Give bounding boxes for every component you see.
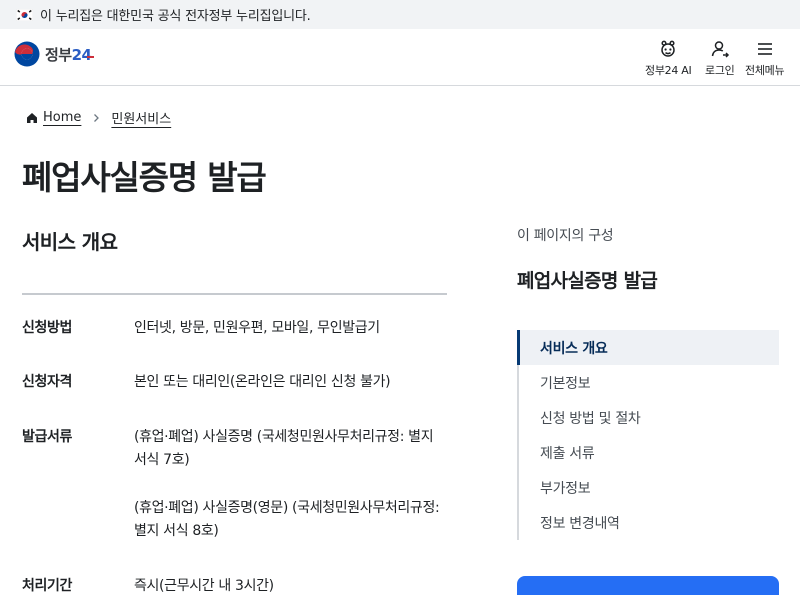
toc-list: 서비스 개요 기본정보 신청 방법 및 절차 제출 서류 부가정보 정보 변경내… (517, 330, 779, 540)
login-label: 로그인 (705, 64, 735, 77)
info-row-issued-documents: 발급서류 (휴업·폐업) 사실증명 (국세청민원사무처리규정: 별지 서식 7호… (22, 426, 447, 543)
toc-item-change-history[interactable]: 정보 변경내역 (519, 505, 779, 540)
login-button[interactable]: 로그인 (705, 39, 735, 78)
info-row-eligibility: 신청자격 본인 또는 대리인(온라인은 대리인 신청 불가) (22, 371, 447, 394)
info-label: 발급서류 (22, 429, 72, 445)
page-toc: 이 페이지의 구성 폐업사실증명 발급 서비스 개요 기본정보 신청 방법 및 … (517, 225, 779, 540)
breadcrumb: Home 민원서비스 (26, 108, 171, 127)
home-icon (27, 112, 37, 123)
korea-flag-icon (16, 8, 33, 21)
toc-title: 폐업사실증명 발급 (517, 270, 658, 292)
site-header: 정부24 정부24 AI 로그인 전체메뉴 (0, 29, 800, 86)
full-menu-label: 전체메뉴 (745, 64, 785, 77)
toc-item-additional-info[interactable]: 부가정보 (519, 470, 779, 505)
info-row-processing-time: 처리기간 즉시(근무시간 내 3시간) (22, 575, 447, 595)
info-value-text: 즉시(근무시간 내 3시간) (134, 578, 274, 594)
breadcrumb-home-link[interactable]: Home (43, 110, 81, 125)
logo-number: 24 (71, 45, 92, 64)
gov-banner-text: 이 누리집은 대한민국 공식 전자정부 누리집입니다. (40, 9, 311, 24)
gov-banner: 이 누리집은 대한민국 공식 전자정부 누리집입니다. (0, 0, 800, 29)
info-value: 즉시(근무시간 내 3시간) (134, 575, 447, 595)
toc-caption: 이 페이지의 구성 (517, 228, 614, 244)
site-logo[interactable]: 정부24 (14, 41, 95, 67)
info-value-text: (휴업·폐업) 사실증명 (국세청민원사무처리규정: 별지 서식 7호) (134, 429, 434, 468)
logo-accent (87, 55, 95, 58)
breadcrumb-current-link[interactable]: 민원서비스 (111, 108, 171, 127)
toc-item-service-overview[interactable]: 서비스 개요 (517, 330, 779, 365)
info-row-application-method: 신청방법 인터넷, 방문, 민원우편, 모바일, 무인발급기 (22, 317, 447, 340)
info-value-text: (휴업·폐업) 사실증명(영문) (국세청민원사무처리규정: 별지 서식 8호) (134, 500, 440, 539)
info-label: 신청방법 (22, 320, 72, 336)
chevron-right-icon (94, 113, 100, 122)
ai-assistant-icon (661, 40, 675, 57)
section-heading-service-overview: 서비스 개요 (22, 230, 118, 254)
info-value-text: 인터넷, 방문, 민원우편, 모바일, 무인발급기 (134, 320, 380, 336)
section-divider (22, 293, 447, 295)
info-value-text: 본인 또는 대리인(온라인은 대리인 신청 불가) (134, 374, 391, 390)
toc-item-basic-info[interactable]: 기본정보 (519, 365, 779, 400)
page-title: 폐업사실증명 발급 (22, 158, 267, 197)
logo-text: 정부24 (45, 44, 95, 65)
info-value: 인터넷, 방문, 민원우편, 모바일, 무인발급기 (134, 317, 447, 340)
logo-word: 정부 (45, 45, 72, 64)
toc-item-required-documents[interactable]: 제출 서류 (519, 435, 779, 470)
info-label: 처리기간 (22, 578, 72, 594)
info-label: 신청자격 (22, 374, 72, 390)
ai-assistant-label: 정부24 AI (645, 64, 692, 77)
apply-button[interactable] (517, 576, 779, 595)
full-menu-button[interactable]: 전체메뉴 (745, 39, 785, 78)
user-login-icon (711, 41, 729, 58)
toc-item-application-procedure[interactable]: 신청 방법 및 절차 (519, 400, 779, 435)
ai-assistant-button[interactable]: 정부24 AI (645, 39, 692, 78)
taegeuk-logo-icon (14, 41, 40, 67)
info-value: (휴업·폐업) 사실증명 (국세청민원사무처리규정: 별지 서식 7호) (휴업… (134, 426, 447, 543)
hamburger-menu-icon (757, 43, 772, 55)
info-value: 본인 또는 대리인(온라인은 대리인 신청 불가) (134, 371, 447, 394)
